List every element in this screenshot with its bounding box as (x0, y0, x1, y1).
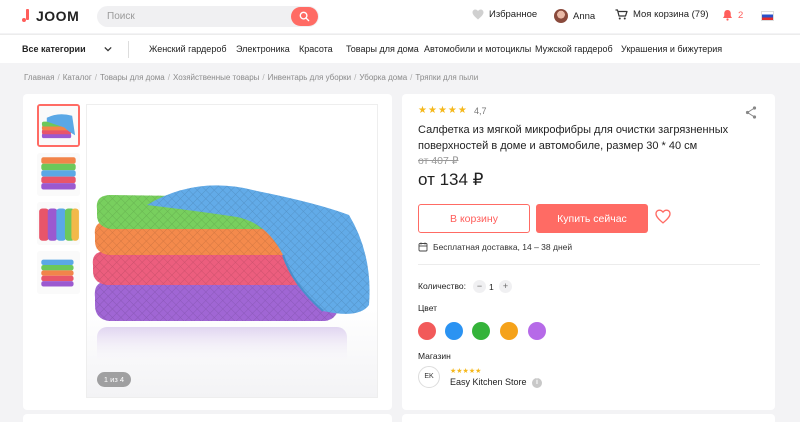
language-flag-icon[interactable] (761, 11, 774, 21)
breadcrumb-item[interactable]: Товары для дома (100, 73, 165, 82)
breadcrumb: Главная / Каталог / Товары для дома / Хозяй… (24, 73, 479, 82)
star-icon: ★ (437, 105, 447, 116)
cart-link[interactable]: Моя корзина (79) (615, 9, 709, 20)
breadcrumb-item[interactable]: Инвентарь для уборки (268, 73, 352, 82)
product-title: Салфетка из мягкой микрофибры для очистк… (418, 124, 729, 152)
color-swatch-orange[interactable] (500, 322, 518, 340)
current-price: от 134 ₽ (418, 170, 484, 189)
logo-text: JOOM (36, 8, 80, 24)
breadcrumb-item[interactable]: Каталог (63, 73, 92, 82)
bell-icon (723, 10, 732, 21)
thumbnail-image (37, 153, 80, 196)
nav-item-home[interactable]: Товары для дома (346, 44, 419, 54)
search-input[interactable] (107, 9, 277, 24)
main-product-image[interactable] (86, 104, 378, 398)
notifications-button[interactable]: 2 (722, 9, 743, 21)
search-button[interactable] (291, 7, 318, 26)
nav-divider (128, 41, 129, 58)
breadcrumb-item[interactable]: Уборка дома (359, 73, 407, 82)
rating-value: 4,7 (474, 106, 487, 116)
shop-rating-stars: ★★★★★ (450, 368, 482, 375)
all-categories-label: Все категории (22, 44, 86, 54)
category-nav: Все категории Женский гардероб Электрони… (0, 34, 800, 63)
buy-now-button[interactable]: Купить сейчас (536, 204, 648, 233)
quantity-decrease-button[interactable]: − (473, 280, 486, 293)
cart-icon (615, 9, 628, 20)
shop-name[interactable]: Easy Kitchen Store (450, 377, 527, 387)
shop-logo[interactable]: EK (418, 366, 440, 388)
joom-logo[interactable]: JOOM (22, 8, 79, 24)
share-icon (745, 106, 757, 119)
rating-stars[interactable]: ★ ★ ★ ★ ★ (418, 105, 467, 116)
calendar-icon (418, 242, 428, 252)
favorites-link[interactable]: Избранное (472, 9, 537, 20)
delivery-text: Бесплатная доставка, 14 – 38 дней (433, 242, 573, 252)
thumbnail-image (37, 202, 80, 245)
breadcrumb-item[interactable]: Главная (24, 73, 54, 82)
nav-item-womens[interactable]: Женский гардероб (149, 44, 226, 54)
nav-item-jewelry[interactable]: Украшения и бижутерия (621, 44, 722, 54)
shop-label: Магазин (418, 351, 451, 361)
nav-item-electronics[interactable]: Электроника (236, 44, 290, 54)
search-icon (299, 11, 310, 22)
heart-outline-icon (655, 209, 671, 224)
quantity-label: Количество: (418, 281, 467, 291)
nav-item-beauty[interactable]: Красота (299, 44, 333, 54)
star-icon: ★ (427, 105, 437, 116)
color-swatch-red[interactable] (418, 322, 436, 340)
user-profile-link[interactable]: Anna (554, 9, 595, 23)
star-icon: ★ (447, 105, 457, 116)
product-gallery: 1 из 4 (23, 94, 392, 410)
thumbnail-1[interactable] (37, 104, 80, 147)
top-header: JOOM Избранное Anna Моя корзина (79) (0, 0, 800, 33)
notifications-count: 2 (738, 9, 744, 21)
color-swatch-blue[interactable] (445, 322, 463, 340)
info-lower-card (402, 414, 775, 422)
divider (418, 264, 760, 265)
info-icon[interactable]: i (532, 378, 542, 388)
quantity-value: 1 (489, 282, 494, 292)
quantity-increase-button[interactable]: + (499, 280, 512, 293)
heart-icon (472, 9, 484, 20)
thumbnail-image (39, 106, 78, 145)
gallery-lower-card (23, 414, 392, 422)
thumbnail-2[interactable] (37, 153, 80, 196)
share-button[interactable] (745, 106, 757, 124)
breadcrumb-item[interactable]: Тряпки для пыли (415, 73, 478, 82)
all-categories-dropdown[interactable]: Все категории (22, 44, 112, 54)
avatar (554, 9, 568, 23)
color-swatch-green[interactable] (472, 322, 490, 340)
microfiber-cloths-image (92, 185, 370, 367)
chevron-down-icon (104, 46, 112, 52)
star-icon: ★ (457, 105, 467, 116)
thumbnail-image (37, 251, 80, 294)
favorites-label: Избранное (489, 9, 538, 20)
nav-item-auto[interactable]: Автомобили и мотоциклы (424, 44, 531, 54)
search-bar (97, 6, 319, 27)
joom-logo-icon (22, 9, 31, 23)
product-info-card: ★ ★ ★ ★ ★ 4,7 Салфетка из мягкой микрофибры … (402, 94, 775, 410)
cart-label: Моя корзина (79) (633, 9, 709, 20)
delivery-info: Бесплатная доставка, 14 – 38 дней (418, 242, 572, 252)
thumbnail-4[interactable] (37, 251, 80, 294)
user-name: Anna (573, 10, 596, 22)
add-to-cart-button[interactable]: В корзину (418, 204, 530, 233)
nav-item-mens[interactable]: Мужской гардероб (535, 44, 613, 54)
old-price: от 407 ₽ (418, 155, 459, 167)
color-swatch-purple[interactable] (528, 322, 546, 340)
thumbnail-3[interactable] (37, 202, 80, 245)
add-to-favorites-button[interactable] (655, 209, 671, 229)
color-label: Цвет (418, 303, 438, 313)
breadcrumb-item[interactable]: Хозяйственные товары (173, 73, 259, 82)
image-counter: 1 из 4 (97, 372, 131, 387)
star-icon: ★ (418, 105, 427, 116)
